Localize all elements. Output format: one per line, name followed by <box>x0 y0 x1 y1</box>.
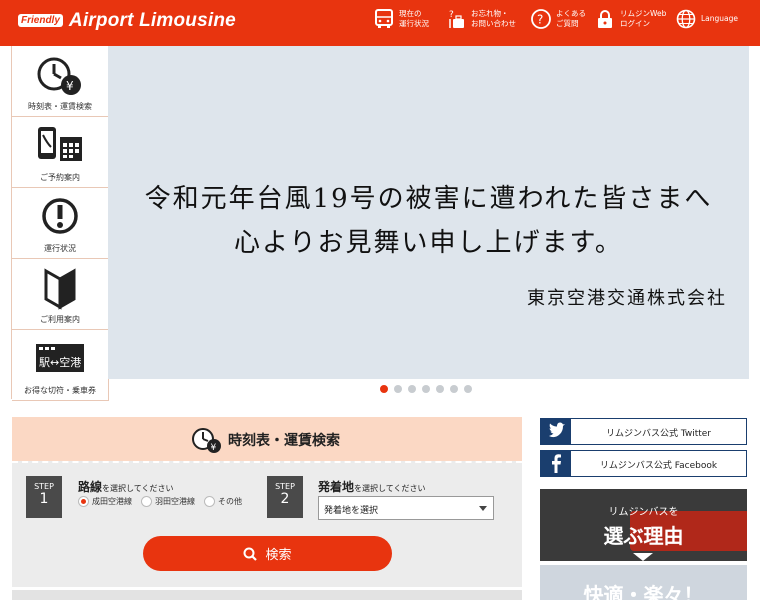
radio-narita[interactable] <box>78 496 89 507</box>
banner-notch <box>633 553 653 561</box>
facebook-link-label: リムジンバス公式 Facebook <box>599 461 718 471</box>
ticket-text: 駅↔空港 <box>39 355 81 369</box>
search-icon <box>243 547 258 561</box>
phone-calendar-icon <box>38 127 82 161</box>
brand-logo[interactable]: Friendly Airport Limousine <box>18 10 236 32</box>
destination-select-value: 発着地を選択 <box>324 506 379 516</box>
step2-badge: STEP 2 <box>267 476 303 518</box>
slider-dot[interactable] <box>450 385 458 393</box>
slider-dots <box>380 385 478 393</box>
step1-title: 路線を選択してください <box>78 478 174 495</box>
route-radio-group: 成田空港線 羽田空港線 その他 <box>78 496 251 507</box>
svg-text:¥: ¥ <box>211 443 217 453</box>
twitter-link-label: リムジンバス公式 Twitter <box>605 429 712 439</box>
step1-badge-label: STEP <box>34 482 54 491</box>
sidebar-item-guide[interactable]: ご利用案内 <box>12 259 109 330</box>
sidebar-item-tickets[interactable]: 駅↔空港 お得な切符・乗車券 <box>12 330 109 401</box>
reasons-banner-title: 選ぶ理由 <box>603 524 684 548</box>
brand-badge: Friendly <box>18 14 63 27</box>
sidebar-item-reservation[interactable]: ご予約案内 <box>12 117 109 188</box>
ticket-icon: 駅↔空港 <box>36 344 84 372</box>
slider-dot[interactable] <box>394 385 402 393</box>
slider-dot[interactable] <box>464 385 472 393</box>
slider-dot[interactable] <box>380 385 388 393</box>
radio-other-label[interactable]: その他 <box>218 496 242 507</box>
nav-faq[interactable]: ? よくある ご質問 <box>530 8 586 30</box>
reasons-banner-subtitle: リムジンバスを <box>608 507 679 518</box>
chevron-down-icon <box>479 506 487 511</box>
svg-text:¥: ¥ <box>66 79 74 93</box>
sidebar-item-operation-status[interactable]: 運行状況 <box>12 188 109 259</box>
hero-message-line2: 心よりお見舞い申し上げます。 <box>234 228 623 258</box>
brand-name: Airport Limousine <box>68 10 236 31</box>
step2-title: 発着地を選択してください <box>318 478 426 495</box>
beginner-mark-icon <box>44 268 76 310</box>
nav-operation-status[interactable]: 現在の 運行状況 <box>373 8 429 30</box>
step2-badge-label: STEP <box>275 482 295 491</box>
search-panel-title: 時刻表・運賃検索 <box>228 433 340 449</box>
twitter-link[interactable]: リムジンバス公式 Twitter <box>540 418 747 445</box>
nav-language[interactable]: Language <box>675 8 738 30</box>
facebook-icon <box>541 451 571 476</box>
clock-yen-icon: ¥ <box>192 428 221 453</box>
hero-message-line1: 令和元年台風19号の被害に遭われた皆さまへ <box>144 184 713 214</box>
next-section-strip <box>12 590 522 600</box>
nav-faq-label: よくある ご質問 <box>556 9 586 28</box>
step2-badge-number: 2 <box>280 491 290 507</box>
comfort-banner-title: 快適・楽々！ <box>583 583 704 600</box>
exclamation-icon <box>42 198 78 234</box>
slider-dot[interactable] <box>408 385 416 393</box>
nav-web-login[interactable]: リムジンWeb ログイン <box>594 8 666 30</box>
sidebar-item-operation-status-label: 運行状況 <box>44 244 76 253</box>
step1-badge: STEP 1 <box>26 476 62 518</box>
nav-language-label: Language <box>701 14 739 23</box>
sidebar-item-reservation-label: ご予約案内 <box>40 173 80 182</box>
reasons-banner[interactable]: リムジンバスを 選ぶ理由 <box>540 489 747 561</box>
comfort-banner[interactable]: 快適・楽々！ <box>540 565 747 600</box>
sidebar-item-timetable-label: 時刻表・運賃検索 <box>28 102 92 111</box>
twitter-icon <box>541 419 571 444</box>
lost-item-icon: ? <box>449 10 464 28</box>
sidebar-item-guide-label: ご利用案内 <box>40 315 80 324</box>
globe-icon <box>676 9 696 29</box>
step1-title-sub: を選択してください <box>102 484 174 493</box>
sidebar-item-timetable[interactable]: ¥ 時刻表・運賃検索 <box>12 46 109 117</box>
hero-slide[interactable]: 令和元年台風19号の被害に遭われた皆さまへ 心よりお見舞い申し上げます。 東京空… <box>108 46 749 379</box>
nav-operation-status-label: 現在の 運行状況 <box>399 9 429 28</box>
radio-other[interactable] <box>204 496 215 507</box>
sidebar-item-tickets-label: お得な切符・乗車券 <box>24 386 96 395</box>
step2-title-sub: を選択してください <box>354 484 426 493</box>
step1-badge-number: 1 <box>39 491 49 507</box>
search-panel-header: ¥ 時刻表・運賃検索 <box>12 417 522 461</box>
destination-select[interactable]: 発着地を選択 <box>318 496 494 520</box>
nav-lost-items-label: お忘れ物・ お問い合わせ <box>471 9 516 28</box>
nav-lost-items[interactable]: ? お忘れ物・ お問い合わせ <box>445 8 516 30</box>
search-button-label: 検索 <box>265 548 292 563</box>
radio-haneda-label[interactable]: 羽田空港線 <box>155 496 195 507</box>
step1-title-main: 路線 <box>78 480 103 494</box>
step2-title-main: 発着地 <box>318 480 355 494</box>
bus-icon <box>375 9 393 28</box>
svg-text:?: ? <box>449 10 454 20</box>
search-button[interactable]: 検索 <box>143 536 392 571</box>
facebook-link[interactable]: リムジンバス公式 Facebook <box>540 450 747 477</box>
question-icon: ? <box>531 9 551 29</box>
slider-dot[interactable] <box>436 385 444 393</box>
radio-narita-label[interactable]: 成田空港線 <box>92 496 132 507</box>
sidebar: ¥ 時刻表・運賃検索 ご予約案内 運行状況 ご利用案内 駅↔空港 お得な切符・乗… <box>11 46 109 401</box>
divider <box>12 461 522 463</box>
svg-text:?: ? <box>537 13 543 27</box>
radio-haneda[interactable] <box>141 496 152 507</box>
clock-yen-icon: ¥ <box>37 57 81 95</box>
hero-signature: 東京空港交通株式会社 <box>527 288 727 309</box>
slider-dot[interactable] <box>422 385 430 393</box>
site-header: Friendly Airport Limousine 現在の 運行状況 ? お忘… <box>0 0 760 46</box>
nav-web-login-label: リムジンWeb ログイン <box>620 9 667 28</box>
lock-icon <box>598 10 612 28</box>
